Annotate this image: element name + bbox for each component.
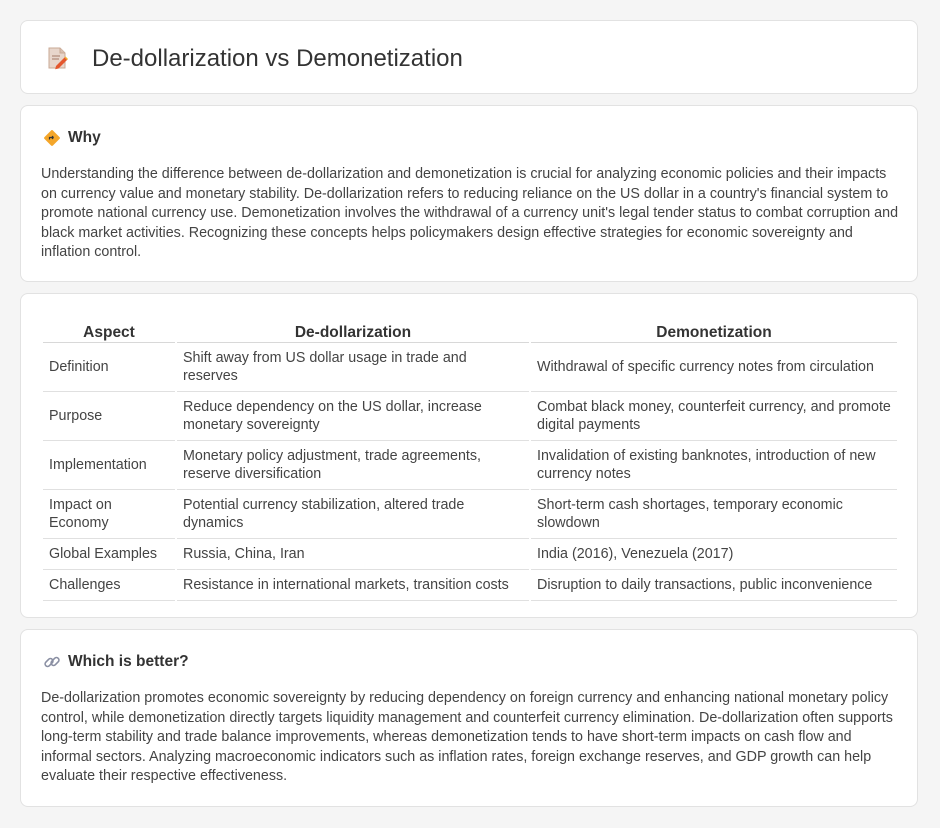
row-de-dollarization: Russia, China, Iran <box>177 539 529 570</box>
which-text: De-dollarization promotes economic sover… <box>41 690 893 785</box>
why-text: Understanding the difference between de-… <box>41 166 899 261</box>
which-heading: Which is better? <box>43 653 189 671</box>
diamond-sign-icon <box>44 130 60 146</box>
which-title: Which is better? <box>68 653 189 670</box>
row-de-dollarization: Monetary policy adjustment, trade agreem… <box>177 441 529 490</box>
column-header-de-dollarization: De-dollarization <box>177 314 529 343</box>
table-header-row: Aspect De-dollarization Demonetization <box>43 314 897 343</box>
why-heading: Why <box>43 129 101 147</box>
column-header-demonetization: Demonetization <box>531 314 897 343</box>
comparison-card: Aspect De-dollarization Demonetization D… <box>20 293 918 618</box>
row-aspect: Implementation <box>43 441 175 490</box>
row-de-dollarization: Shift away from US dollar usage in trade… <box>177 343 529 392</box>
why-title: Why <box>68 129 101 146</box>
table-row: Implementation Monetary policy adjustmen… <box>43 441 897 490</box>
table-row: Definition Shift away from US dollar usa… <box>43 343 897 392</box>
which-section: Which is better? De-dollarization promot… <box>20 629 918 807</box>
row-aspect: Global Examples <box>43 539 175 570</box>
row-demonetization: Invalidation of existing banknotes, intr… <box>531 441 897 490</box>
row-demonetization: Withdrawal of specific currency notes fr… <box>531 343 897 392</box>
why-section: Why Understanding the difference between… <box>20 105 918 282</box>
row-aspect: Definition <box>43 343 175 392</box>
row-de-dollarization: Resistance in international markets, tra… <box>177 570 529 601</box>
row-demonetization: Disruption to daily transactions, public… <box>531 570 897 601</box>
row-de-dollarization: Potential currency stabilization, altere… <box>177 490 529 539</box>
row-demonetization: Combat black money, counterfeit currency… <box>531 392 897 441</box>
row-de-dollarization: Reduce dependency on the US dollar, incr… <box>177 392 529 441</box>
link-icon <box>44 656 60 668</box>
table-row: Global Examples Russia, China, Iran Indi… <box>43 539 897 570</box>
row-aspect: Purpose <box>43 392 175 441</box>
row-demonetization: Short-term cash shortages, temporary eco… <box>531 490 897 539</box>
document-pencil-icon <box>48 47 69 70</box>
table-row: Challenges Resistance in international m… <box>43 570 897 601</box>
column-header-aspect: Aspect <box>43 314 175 343</box>
row-aspect: Challenges <box>43 570 175 601</box>
header-card: De-dollarization vs Demonetization <box>20 20 918 94</box>
table-row: Purpose Reduce dependency on the US doll… <box>43 392 897 441</box>
page-title: De-dollarization vs Demonetization <box>92 45 463 72</box>
row-aspect: Impact on Economy <box>43 490 175 539</box>
table-row: Impact on Economy Potential currency sta… <box>43 490 897 539</box>
row-demonetization: India (2016), Venezuela (2017) <box>531 539 897 570</box>
comparison-table: Aspect De-dollarization Demonetization D… <box>41 314 899 601</box>
